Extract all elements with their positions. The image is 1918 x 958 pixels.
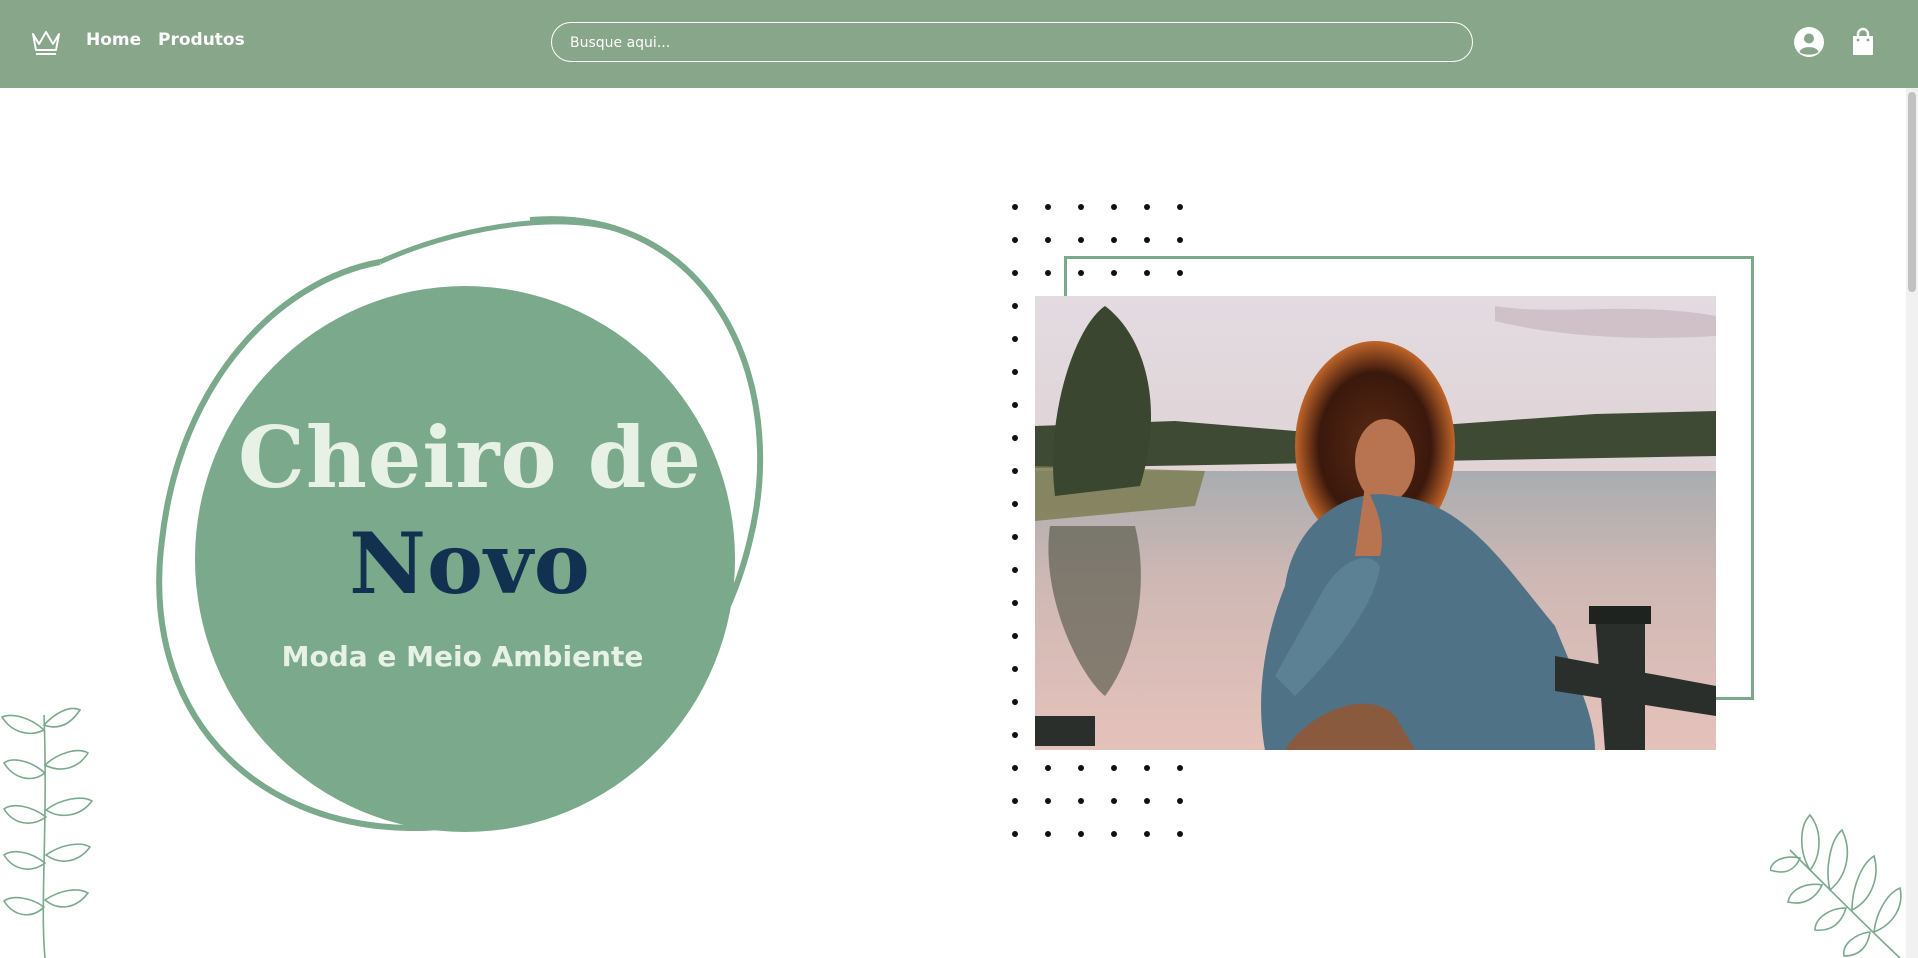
scrollbar-thumb[interactable]: [1908, 92, 1916, 292]
pattern-dot: [1144, 237, 1150, 243]
pattern-dot: [1111, 831, 1117, 837]
top-navbar: Home Produtos: [0, 0, 1918, 88]
pattern-dot: [1012, 699, 1018, 705]
pattern-dot: [1177, 765, 1183, 771]
hero-photo: [1035, 296, 1716, 750]
user-icon[interactable]: [1793, 26, 1825, 58]
pattern-dot: [1111, 798, 1117, 804]
pattern-dot: [1177, 237, 1183, 243]
pattern-dot: [1012, 270, 1018, 276]
pattern-dot: [1012, 501, 1018, 507]
search-bar[interactable]: [551, 22, 1473, 62]
search-input[interactable]: [568, 23, 1452, 62]
pattern-dot: [1078, 204, 1084, 210]
pattern-dot: [1177, 831, 1183, 837]
pattern-dot: [1012, 765, 1018, 771]
pattern-dot: [1012, 402, 1018, 408]
leaf-branch-icon: [1770, 813, 1902, 958]
pattern-dot: [1012, 435, 1018, 441]
pattern-dot: [1012, 567, 1018, 573]
pattern-dot: [1045, 204, 1051, 210]
pattern-dot: [1012, 633, 1018, 639]
hero-title-line2: Novo: [349, 514, 591, 613]
pattern-dot: [1144, 831, 1150, 837]
nav-link-produtos[interactable]: Produtos: [158, 30, 245, 50]
pattern-dot: [1144, 798, 1150, 804]
hero-swirl-top: [378, 219, 621, 265]
nav-link-home[interactable]: Home: [86, 30, 141, 50]
pattern-dot: [1012, 237, 1018, 243]
shopping-bag-icon[interactable]: [1847, 26, 1879, 58]
pattern-dot: [1045, 237, 1051, 243]
crown-icon[interactable]: [30, 26, 62, 58]
pattern-dot: [1045, 270, 1051, 276]
pattern-dot: [1111, 237, 1117, 243]
pattern-dot: [1078, 798, 1084, 804]
pattern-dot: [1177, 204, 1183, 210]
pattern-dot: [1111, 765, 1117, 771]
pattern-dot: [1012, 534, 1018, 540]
pattern-dot: [1177, 798, 1183, 804]
pattern-dot: [1012, 600, 1018, 606]
pattern-dot: [1078, 765, 1084, 771]
pattern-dot: [1045, 798, 1051, 804]
pattern-dot: [1012, 336, 1018, 342]
hero-title-line1: Cheiro de: [238, 408, 702, 507]
pattern-dot: [1078, 831, 1084, 837]
pattern-dot: [1012, 369, 1018, 375]
pattern-dot: [1012, 204, 1018, 210]
pattern-dot: [1012, 468, 1018, 474]
pattern-dot: [1144, 765, 1150, 771]
leaf-branch-icon: [0, 707, 94, 958]
pattern-dot: [1012, 666, 1018, 672]
pattern-dot: [1012, 732, 1018, 738]
pattern-dot: [1045, 765, 1051, 771]
pattern-dot: [1111, 204, 1117, 210]
pattern-dot: [1012, 303, 1018, 309]
pattern-dot: [1045, 831, 1051, 837]
pattern-dot: [1078, 237, 1084, 243]
hero-subtitle: Moda e Meio Ambiente: [281, 640, 644, 673]
pattern-dot: [1012, 798, 1018, 804]
pattern-dot: [1012, 831, 1018, 837]
pattern-dot: [1144, 204, 1150, 210]
